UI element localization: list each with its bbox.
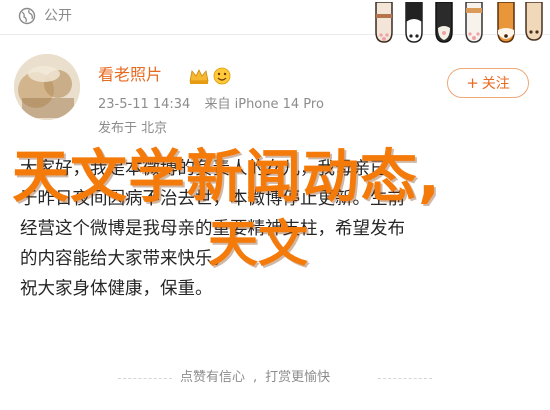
plus-icon: +	[466, 74, 479, 92]
avatar-image	[14, 54, 80, 120]
post-datetime: 23-5-11 14:34	[98, 97, 191, 112]
dog-sticker	[525, 2, 543, 41]
top-bar: 公开	[0, 0, 550, 43]
username[interactable]: 看老照片	[98, 64, 162, 86]
globe-icon	[18, 7, 36, 25]
animal-stickers	[375, 2, 543, 43]
post-location: 发布于 北京	[98, 121, 168, 136]
smile-badge-icon	[213, 67, 231, 85]
reward-prompt[interactable]: 打赏更愉快	[265, 370, 330, 385]
user-badges	[189, 67, 231, 85]
like-prompt[interactable]: 点赞有信心	[180, 370, 245, 385]
crown-badge-icon	[189, 69, 209, 84]
avatar[interactable]	[14, 54, 80, 120]
post-footer: 点赞有信心, 打赏更愉快	[0, 366, 550, 390]
post-source: 来自 iPhone 14 Pro	[204, 97, 324, 112]
cat-sticker	[465, 2, 483, 43]
divider-left	[118, 378, 172, 379]
footer-text: 点赞有信心, 打赏更愉快	[180, 370, 331, 385]
cat-paw-sticker	[375, 2, 393, 43]
fox-sticker	[497, 2, 515, 43]
divider-right	[378, 378, 432, 379]
visibility-label[interactable]: 公开	[44, 7, 72, 25]
follow-label: 关注	[481, 76, 510, 92]
overlay-title: 天文学新闻动态,	[12, 144, 441, 210]
follow-button[interactable]: + 关注	[447, 68, 529, 98]
penguin-sticker	[405, 2, 423, 43]
overlay-subtitle: 天文	[208, 215, 308, 273]
bear-sticker	[435, 2, 453, 43]
post-line: 祝大家身体健康，保重。	[20, 279, 213, 299]
post-meta: 23-5-11 14:34 来自 iPhone 14 Pro	[98, 96, 334, 114]
